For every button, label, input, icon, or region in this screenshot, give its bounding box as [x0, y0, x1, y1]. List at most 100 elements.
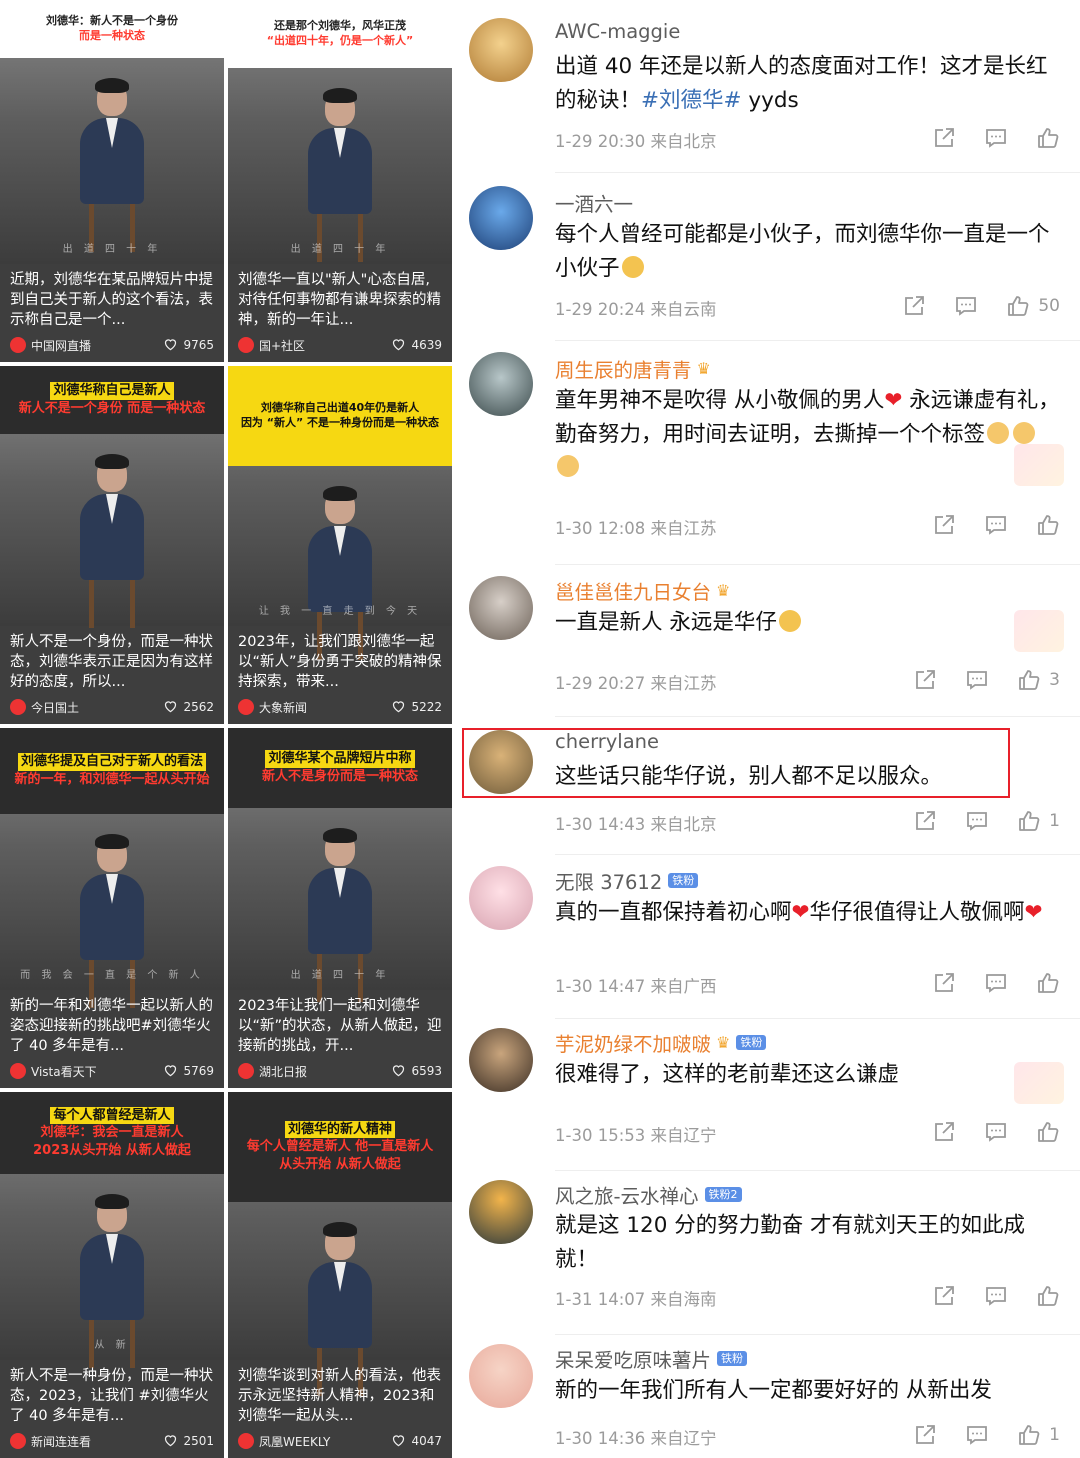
comment-meta: 1-30 14:47 来自广西: [555, 973, 717, 997]
highlight-box: [462, 728, 1010, 798]
video-card[interactable]: 每个人都曾经是新人 刘德华：我会一直是新人 2023从头开始 从新人做起从 新新人不…: [0, 1092, 224, 1458]
share-icon[interactable]: [913, 1423, 937, 1447]
avatar[interactable]: [469, 352, 533, 416]
video-subtitle: 从 新: [94, 1340, 130, 1351]
comment-username[interactable]: AWC-maggie: [555, 20, 680, 43]
share-icon[interactable]: [913, 809, 937, 833]
comment-location: 来自云南: [650, 300, 717, 319]
video-meta: 湖北日报 6593: [238, 1062, 442, 1080]
comment-icon[interactable]: [984, 1120, 1008, 1144]
avatar[interactable]: [469, 576, 533, 640]
hashtag-link[interactable]: #刘德华#: [641, 88, 742, 113]
comment-location: 来自广西: [650, 977, 717, 996]
comment-divider: [555, 1018, 1080, 1019]
like-button[interactable]: 3: [1017, 668, 1060, 692]
share-icon[interactable]: [932, 1120, 956, 1144]
comment-username[interactable]: 周生辰的唐青青 ♛: [555, 354, 711, 383]
comment-username[interactable]: 邕佳邕佳九日女台 ♛: [555, 576, 730, 605]
banner-line: 从头开始 从新人做起: [279, 1156, 401, 1172]
heart-icon: [391, 337, 411, 354]
video-likes[interactable]: 9765: [163, 337, 214, 354]
comment-icon[interactable]: [984, 1284, 1008, 1308]
comment-time: 1-29 20:27: [555, 674, 646, 693]
comment-username[interactable]: 一酒六一: [555, 188, 633, 217]
banner-line: “出道四十年，仍是一个新人”: [266, 34, 414, 47]
share-icon[interactable]: [932, 1284, 956, 1308]
comment-icon[interactable]: [954, 294, 978, 318]
video-likes[interactable]: 6593: [391, 1063, 442, 1080]
comment-username[interactable]: 无限 37612 铁粉: [555, 866, 699, 895]
share-icon[interactable]: [913, 668, 937, 692]
comment-location: 来自北京: [650, 132, 717, 151]
video-card[interactable]: 刘德华提及自己对于新人的看法 新的一年，和刘德华一起从头开始而 我 会 一 直 是…: [0, 728, 224, 1088]
like-button[interactable]: [1036, 971, 1060, 995]
comment-time: 1-30 14:36: [555, 1429, 646, 1448]
video-likes[interactable]: 5769: [163, 1063, 214, 1080]
video-likes[interactable]: 4639: [391, 337, 442, 354]
fan-badge: 铁粉: [736, 1035, 767, 1050]
like-button[interactable]: 1: [1017, 1423, 1060, 1447]
avatar[interactable]: [469, 18, 533, 82]
comment-icon[interactable]: [984, 971, 1008, 995]
thumbs-up-icon: [1036, 1120, 1060, 1144]
share-icon[interactable]: [932, 971, 956, 995]
comment-username[interactable]: 芋泥奶绿不加啵啵 ♛ 铁粉: [555, 1028, 767, 1057]
comment-meta: 1-30 12:08 来自江苏: [555, 515, 717, 539]
video-card[interactable]: 刘德华的新人精神 每个人曾经是新人 他一直是新人 从头开始 从新人做起 刘德华谈到对新…: [228, 1092, 452, 1458]
banner-line: 每个人都曾经是新人: [50, 1106, 174, 1125]
video-meta: 新闻连连看 2501: [10, 1432, 214, 1450]
comment-username[interactable]: 呆呆爱吃原味薯片 铁粉: [555, 1344, 748, 1373]
comment-username[interactable]: 风之旅-云水禅心 铁粉2: [555, 1180, 742, 1209]
like-button[interactable]: [1036, 1284, 1060, 1308]
share-icon[interactable]: [902, 294, 926, 318]
comment-icon[interactable]: [984, 513, 1008, 537]
comment-icon[interactable]: [984, 126, 1008, 150]
comment-actions: [904, 1284, 1060, 1308]
video-card[interactable]: 刘德华称自己出道40年仍是新人 因为 “新人” 不是一种身份而是一种状态让 我 一…: [228, 366, 452, 724]
comment-text-main: 出道 40 年还是以新人的态度面对工作！这才是长红的秘诀！: [555, 54, 1048, 113]
video-source[interactable]: 湖北日报: [259, 1063, 391, 1080]
video-card[interactable]: 还是那个刘德华，风华正茂 “出道四十年，仍是一个新人” 出 道 四 十 年刘德华一直…: [228, 0, 452, 362]
like-button[interactable]: 50: [1006, 294, 1060, 318]
like-button[interactable]: [1036, 126, 1060, 150]
video-source[interactable]: 新闻连连看: [31, 1433, 163, 1450]
heart-icon: [163, 1063, 183, 1080]
video-card[interactable]: 刘德华某个品牌短片中称 新人不是身份而是一种状态出 道 四 十 年 2023年让我们…: [228, 728, 452, 1088]
video-description: 近期，刘德华在某品牌短片中提到自己关于新人的这个看法，表示称自己是一个...: [10, 272, 213, 328]
avatar[interactable]: [469, 1344, 533, 1408]
video-likes[interactable]: 4047: [391, 1433, 442, 1450]
like-count: 4639: [411, 338, 442, 352]
share-icon[interactable]: [932, 126, 956, 150]
video-likes[interactable]: 5222: [391, 699, 442, 716]
video-source[interactable]: Vista看天下: [31, 1063, 163, 1080]
like-count: 5769: [183, 1064, 214, 1078]
comment-text: 新的一年我们所有人一定都要好好的 从新出发: [555, 1374, 1062, 1408]
video-source[interactable]: 中国网直播: [31, 337, 163, 354]
avatar[interactable]: [469, 1028, 533, 1092]
video-likes[interactable]: 2562: [163, 699, 214, 716]
share-icon[interactable]: [932, 513, 956, 537]
crown-icon: ♛: [716, 1033, 731, 1052]
comment-meta: 1-31 14:07 来自海南: [555, 1286, 717, 1310]
comment-icon[interactable]: [965, 809, 989, 833]
comment-icon[interactable]: [965, 1423, 989, 1447]
thumbs-up-emoji-icon: [987, 421, 1010, 444]
video-source[interactable]: 凤凰WEEKLY: [259, 1433, 391, 1450]
avatar[interactable]: [469, 1180, 533, 1244]
video-card[interactable]: 刘德华称自己是新人 新人不是一个身份 而是一种状态 新人不是一个身份，而是一种状态，…: [0, 366, 224, 724]
thumbs-up-icon: [1017, 668, 1041, 692]
video-likes[interactable]: 2501: [163, 1433, 214, 1450]
like-button[interactable]: [1036, 513, 1060, 537]
avatar[interactable]: [469, 186, 533, 250]
video-source[interactable]: 大象新闻: [259, 699, 391, 716]
avatar[interactable]: [469, 866, 533, 930]
video-description: 新人不是一个身份，而是一种状态，刘德华表示正是因为有这样好的态度，所以...: [10, 634, 213, 690]
video-source[interactable]: 国+社区: [259, 337, 391, 354]
comment-text: 真的一直都保持着初心啊❤华仔很值得让人敬佩啊❤: [555, 896, 1062, 930]
banner-line: 刘德华的新人精神: [284, 1120, 395, 1139]
like-button[interactable]: [1036, 1120, 1060, 1144]
like-button[interactable]: 1: [1017, 809, 1060, 833]
comment-icon[interactable]: [965, 668, 989, 692]
video-card[interactable]: 刘德华：新人不是一个身份 而是一种状态出 道 四 十 年近期，刘德华在某品牌短片中…: [0, 0, 224, 362]
video-source[interactable]: 今日国土: [31, 699, 163, 716]
